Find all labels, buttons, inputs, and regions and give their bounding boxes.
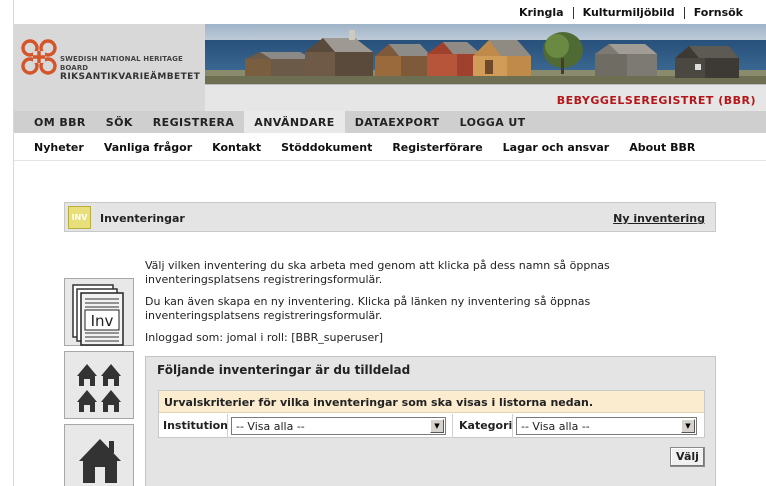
heritage-board-logo-icon [21,39,57,75]
sub-navigation: Nyheter Vanliga frågor Kontakt Stöddokum… [14,133,766,161]
page-title: Inventeringar [100,212,185,225]
divider [512,414,513,438]
logged-in-info: Inloggad som: jomal i roll: [BBR_superus… [145,331,384,344]
subnav-registerforare[interactable]: Registerförare [382,141,492,154]
side-nav-building[interactable] [64,424,134,486]
top-link-kulturmiljobild[interactable]: Kulturmiljöbild [572,7,684,19]
page-title-bar: INV Inventeringar Ny inventering [64,202,716,232]
divider [227,414,228,438]
intro-paragraph-create: Du kan även skapa en ny inventering. Kli… [145,295,591,322]
kategori-select[interactable]: -- Visa alla -- ▼ [516,417,697,435]
logo-text: SWEDISH NATIONAL HERITAGE BOARD RIKSANTI… [60,55,204,82]
side-nav-buildings[interactable] [64,351,134,419]
logo-line-english: SWEDISH NATIONAL HERITAGE BOARD [60,55,183,72]
logo[interactable]: SWEDISH NATIONAL HERITAGE BOARD RIKSANTI… [14,24,204,111]
institution-label: Institution [163,419,229,432]
filter-criteria-heading: Urvalskriterier för vilka inventeringar … [159,391,704,413]
header-photo-boathouses [205,24,766,84]
panel-title: Följande inventeringar är du tilldelad [157,363,411,377]
logo-line-swedish: RIKSANTIKVARIEÄMBETET [60,72,201,82]
subnav-nyheter[interactable]: Nyheter [24,141,94,154]
intro-text: Välj vilken inventering du ska arbeta me… [145,259,625,353]
assigned-inventories-panel: Följande inventeringar är du tilldelad U… [145,356,716,486]
kategori-label: Kategori [459,419,513,432]
institution-select-value: -- Visa alla -- [236,420,305,433]
left-frame [0,0,14,486]
inventory-badge-icon: INV [68,206,91,229]
header-title-bar: BEBYGGELSEREGISTRET (BBR) [205,84,766,111]
house-icon [79,439,121,483]
filter-row: Institution -- Visa alla -- ▼ Kategori -… [159,414,704,438]
select-button[interactable]: Välj [670,447,705,467]
top-link-fornsok[interactable]: Fornsök [683,7,752,19]
subnav-vanliga-fragor[interactable]: Vanliga frågor [94,141,202,154]
nav-logga-ut[interactable]: LOGGA UT [450,111,536,133]
nav-anvandare[interactable]: ANVÄNDARE [244,111,345,133]
inventory-documents-icon: Inv [72,284,124,346]
subnav-about-bbr[interactable]: About BBR [619,141,705,154]
nav-om-bbr[interactable]: OM BBR [24,111,96,133]
top-link-kringla[interactable]: Kringla [510,7,573,19]
chevron-down-icon[interactable]: ▼ [430,419,444,433]
houses-group-icon [77,364,121,412]
kategori-select-value: -- Visa alla -- [521,420,590,433]
divider [452,414,453,438]
inventory-icon-label: Inv [91,312,114,330]
chevron-down-icon[interactable]: ▼ [681,419,695,433]
subnav-lagar-och-ansvar[interactable]: Lagar och ansvar [493,141,620,154]
subnav-kontakt[interactable]: Kontakt [202,141,271,154]
main-navigation: OM BBR SÖK REGISTRERA ANVÄNDARE DATAEXPO… [14,111,766,133]
site-header: SWEDISH NATIONAL HERITAGE BOARD RIKSANTI… [14,24,766,111]
side-nav-inventory[interactable]: Inv [64,278,134,346]
new-inventory-link[interactable]: Ny inventering [613,212,705,225]
site-name: BEBYGGELSEREGISTRET (BBR) [556,94,756,107]
filter-criteria-box: Urvalskriterier för vilka inventeringar … [158,390,705,438]
boathouses-photo-image [205,24,766,84]
intro-paragraph-select: Välj vilken inventering du ska arbeta me… [145,259,610,286]
nav-registrera[interactable]: REGISTRERA [143,111,245,133]
nav-dataexport[interactable]: DATAEXPORT [345,111,450,133]
subnav-stoddokument[interactable]: Stöddokument [271,141,382,154]
top-links-bar: Kringla Kulturmiljöbild Fornsök [14,0,766,24]
institution-select[interactable]: -- Visa alla -- ▼ [231,417,446,435]
nav-sok[interactable]: SÖK [96,111,143,133]
